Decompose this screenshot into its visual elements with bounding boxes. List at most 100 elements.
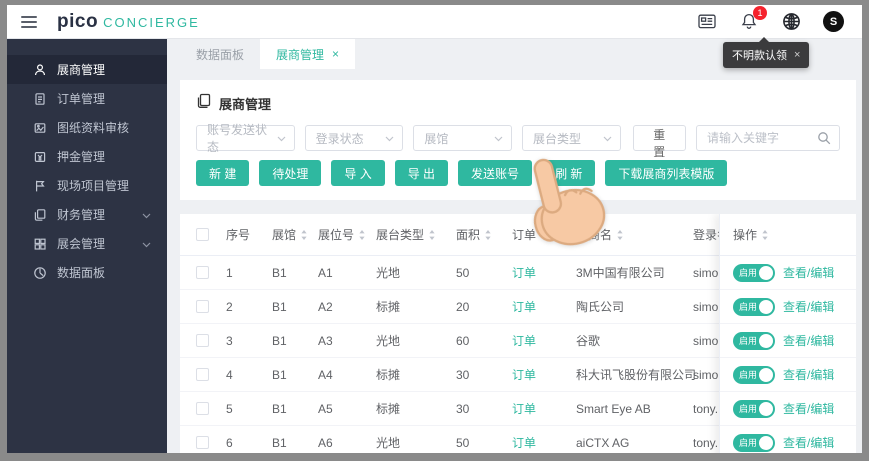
action-button-row: 新 建待处理导 入导 出发送账号刷 新下载展商列表模版 [196, 160, 840, 186]
filter-select[interactable]: 展馆 [413, 125, 512, 151]
cell-booth: A3 [318, 333, 333, 348]
search-input[interactable] [707, 131, 817, 145]
action-button[interactable]: 刷 新 [542, 160, 596, 186]
filter-select[interactable]: 账号发送状态 [196, 123, 295, 154]
cell-booth: A1 [318, 265, 333, 280]
column-header[interactable]: 面积 [456, 226, 512, 243]
row-checkbox[interactable] [196, 368, 209, 381]
enable-toggle[interactable]: 启用 [733, 331, 775, 350]
column-header[interactable]: 展商名 [576, 226, 693, 243]
sidebar-item-label: 展会管理 [57, 237, 106, 251]
cell-area: 30 [456, 367, 470, 382]
cell-type: 标摊 [376, 368, 401, 382]
filter-select[interactable]: 登录状态 [304, 125, 404, 151]
column-label: 面积 [456, 228, 481, 242]
row-checkbox[interactable] [196, 402, 209, 415]
sort-caret-icon[interactable] [358, 229, 366, 241]
enable-toggle[interactable]: 启用 [733, 433, 775, 452]
toggle-knob [759, 401, 773, 416]
cell-type: 光地 [376, 334, 401, 348]
order-link[interactable]: 订单 [512, 298, 576, 315]
column-header[interactable]: 订单 [512, 226, 576, 243]
action-button[interactable]: 待处理 [259, 160, 322, 186]
cell-no: 3 [226, 333, 233, 348]
sidebar-item[interactable]: 数据面板 [7, 258, 167, 287]
tooltip-unclaimed-funds: 不明款认领 × [723, 37, 810, 68]
cell-booth: A6 [318, 435, 333, 450]
view-edit-link[interactable]: 查看/编辑 [783, 332, 834, 349]
enable-toggle[interactable]: 启用 [733, 297, 775, 316]
cell-area: 20 [456, 299, 470, 314]
cell-hall: B1 [272, 435, 287, 450]
tab-exhibitor-management[interactable]: 展商管理 × [260, 39, 356, 69]
sidebar-item[interactable]: 展会管理 [7, 229, 167, 258]
tab-close-icon[interactable]: × [332, 47, 339, 61]
order-link[interactable]: 订单 [512, 264, 576, 281]
row-checkbox[interactable] [196, 266, 209, 279]
order-link[interactable]: 订单 [512, 366, 576, 383]
sort-caret-icon[interactable] [300, 229, 308, 241]
row-checkbox[interactable] [196, 334, 209, 347]
pages-icon [196, 93, 211, 114]
cell-hall: B1 [272, 367, 287, 382]
action-button[interactable]: 导 入 [331, 160, 385, 186]
cell-type: 标摊 [376, 402, 401, 416]
copy-icon [33, 208, 47, 222]
select-all-checkbox[interactable] [196, 228, 209, 241]
order-link[interactable]: 订单 [512, 434, 576, 451]
sidebar-item[interactable]: 图纸资料审核 [7, 113, 167, 142]
sidebar-item[interactable]: 押金管理 [7, 142, 167, 171]
action-button[interactable]: 下载展商列表模版 [605, 160, 728, 186]
main-content: 数据面板 展商管理 × 展商管理 账号发送状态登录状态展馆展台类型重 置 [167, 39, 862, 453]
column-header[interactable]: 展台类型 [376, 226, 456, 243]
view-edit-link[interactable]: 查看/编辑 [783, 434, 834, 451]
enable-toggle[interactable]: 启用 [733, 399, 775, 418]
chevron-down-icon [277, 131, 286, 145]
sidebar-item[interactable]: 现场项目管理 [7, 171, 167, 200]
toggle-knob [759, 435, 773, 450]
view-edit-link[interactable]: 查看/编辑 [783, 298, 834, 315]
notifications-bell-icon[interactable]: 1 [739, 5, 767, 32]
sort-caret-icon[interactable] [428, 229, 436, 241]
action-button[interactable]: 导 出 [394, 160, 449, 186]
sidebar-item[interactable]: 订单管理 [7, 84, 167, 113]
view-edit-link[interactable]: 查看/编辑 [783, 366, 834, 383]
tab-data-panel[interactable]: 数据面板 [180, 39, 260, 69]
cell-booth: A4 [318, 367, 333, 382]
sort-caret-icon[interactable] [540, 229, 548, 241]
tooltip-close-icon[interactable]: × [794, 49, 800, 61]
cell-area: 50 [456, 265, 470, 280]
enable-toggle[interactable]: 启用 [733, 365, 775, 384]
column-label: 展商名 [576, 228, 613, 242]
reset-button[interactable]: 重 置 [632, 125, 686, 159]
avatar[interactable]: S [823, 11, 844, 32]
action-button[interactable]: 发送账号 [458, 160, 533, 186]
menu-icon[interactable] [21, 15, 37, 28]
column-header[interactable]: 展馆 [272, 226, 318, 243]
sort-caret-icon[interactable] [761, 229, 769, 241]
sidebar-item[interactable]: 财务管理 [7, 200, 167, 229]
sidebar-item[interactable]: 展商管理 [7, 55, 167, 84]
language-globe-icon[interactable] [781, 12, 801, 32]
cell-type: 标摊 [376, 300, 401, 314]
order-link[interactable]: 订单 [512, 400, 576, 417]
claims-card-icon[interactable] [697, 12, 717, 32]
sort-caret-icon[interactable] [616, 229, 624, 241]
view-edit-link[interactable]: 查看/编辑 [783, 400, 834, 417]
column-header[interactable]: 展位号 [318, 226, 376, 243]
cell-company: 谷歌 [576, 334, 601, 348]
view-edit-link[interactable]: 查看/编辑 [783, 264, 834, 281]
tab-label: 展商管理 [276, 47, 325, 62]
tooltip-arrow [759, 37, 769, 42]
enable-toggle[interactable]: 启用 [733, 263, 775, 282]
order-link[interactable]: 订单 [512, 332, 576, 349]
row-checkbox[interactable] [196, 300, 209, 313]
column-label: 操作 [733, 228, 758, 242]
select-placeholder: 展馆 [424, 131, 449, 146]
operation-row: 启用 查看/编辑 [720, 256, 856, 290]
filter-select[interactable]: 展台类型 [521, 125, 621, 151]
search-box [696, 125, 840, 151]
action-button[interactable]: 新 建 [196, 160, 250, 186]
row-checkbox[interactable] [196, 436, 209, 449]
sort-caret-icon[interactable] [484, 229, 492, 241]
